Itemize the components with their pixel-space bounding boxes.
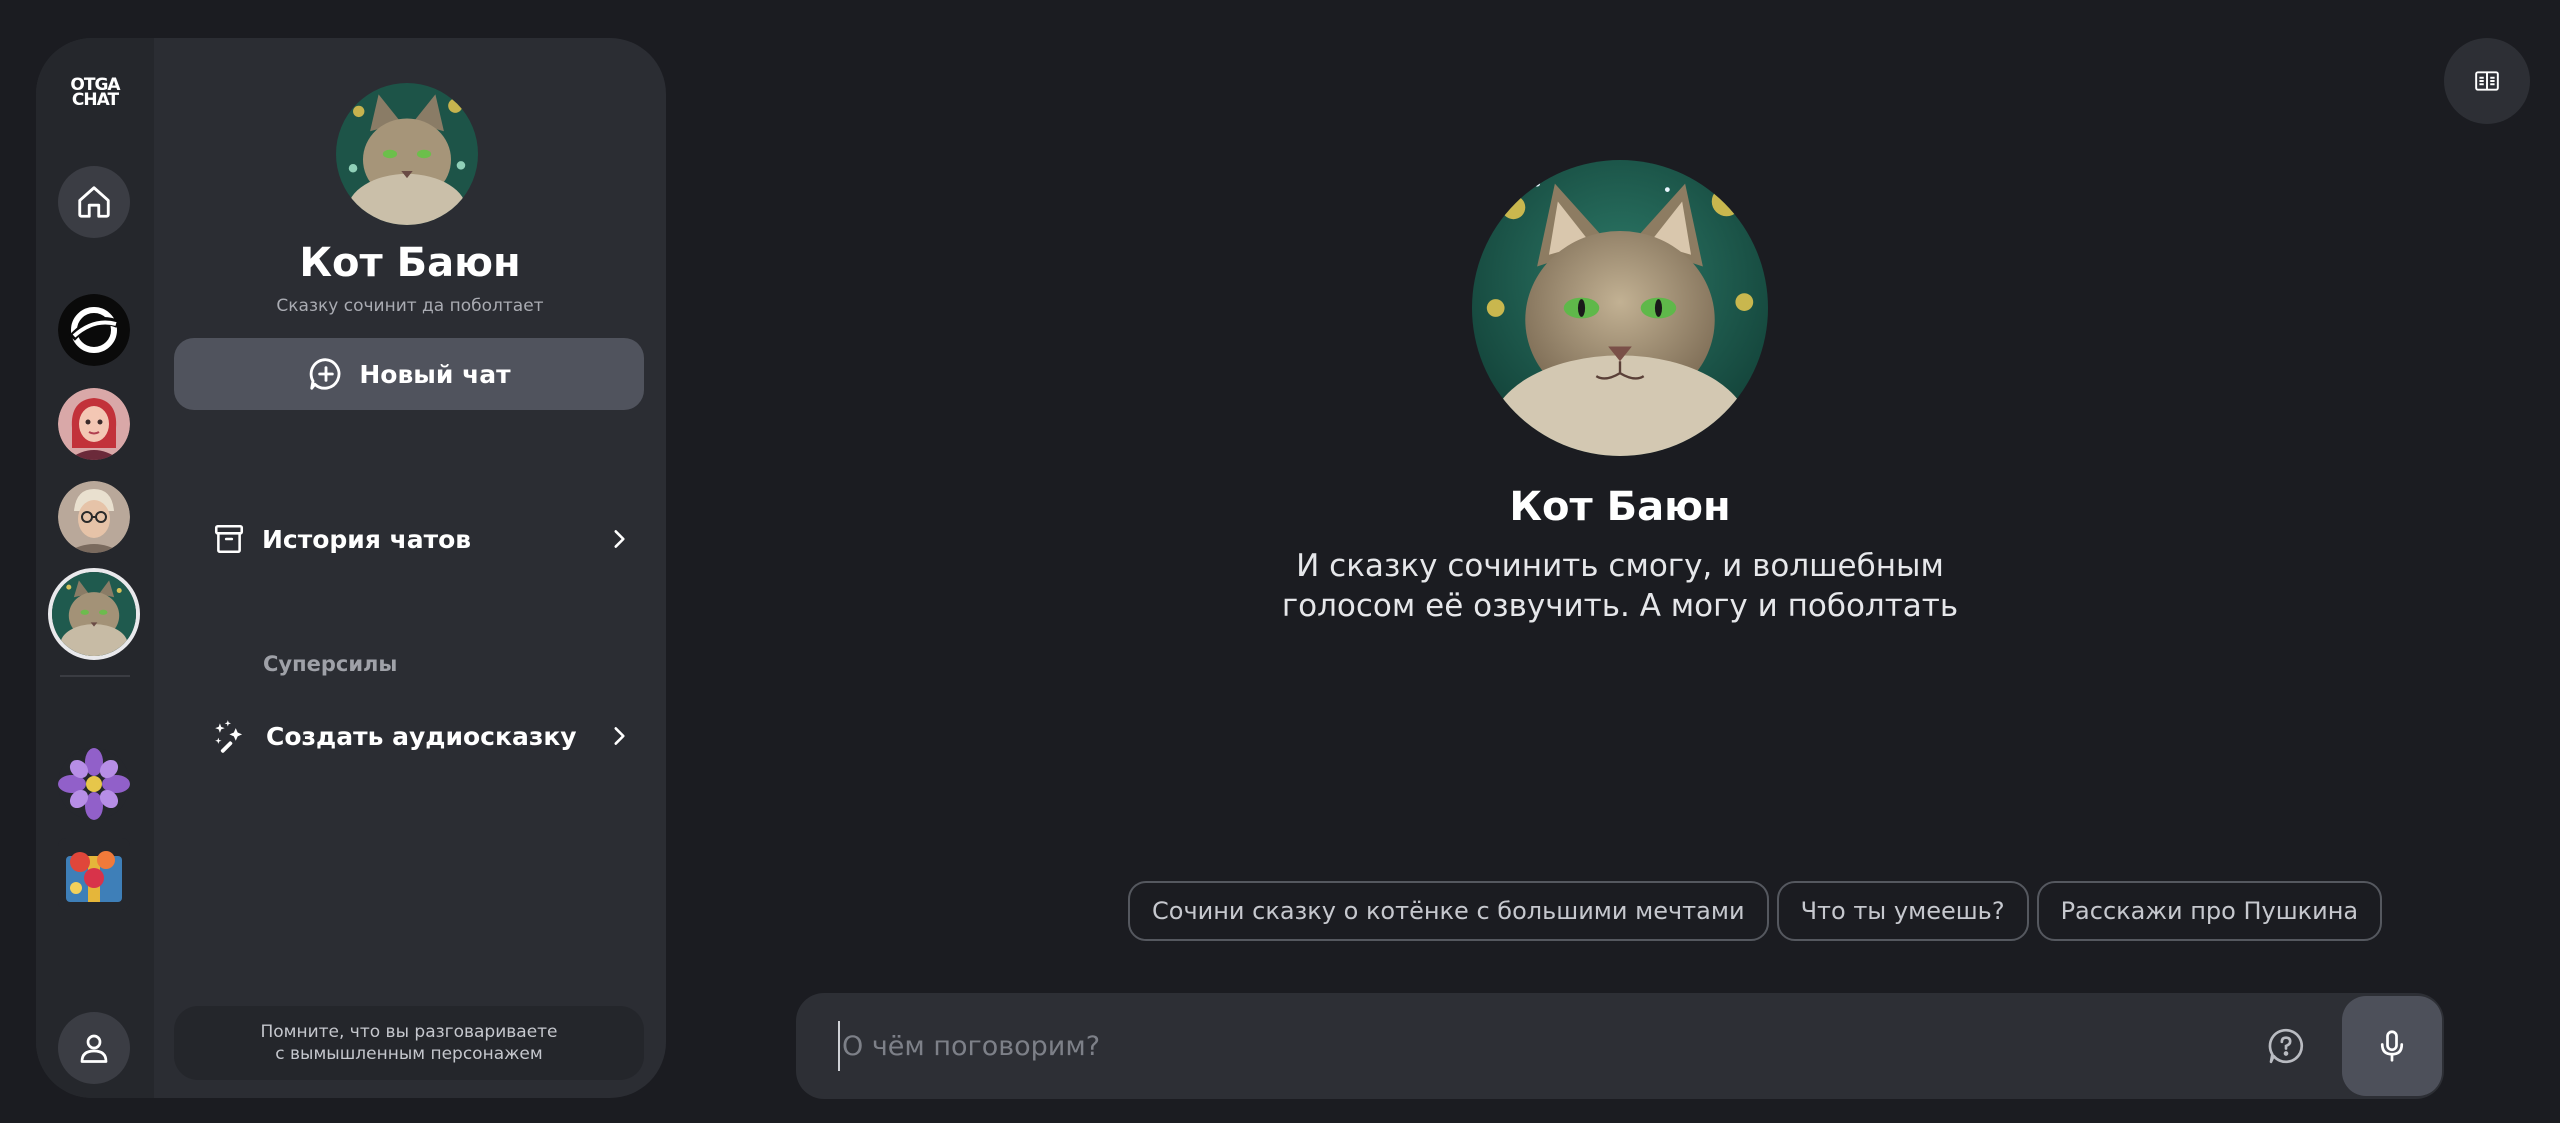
suggestion-chip[interactable]: Расскажи про Пушкина [2036, 881, 2383, 941]
rail-avatar-gift[interactable] [58, 838, 130, 910]
logo-line-2: CHAT [71, 90, 119, 110]
fictional-character-disclaimer: Помните, что вы разговариваете с вымышле… [174, 1006, 644, 1080]
chevron-right-icon [614, 727, 625, 745]
suggestion-chip[interactable]: Сочини сказку о котёнке с большими мечта… [1128, 881, 1769, 941]
create-audio-tale-label: Создать аудиосказку [266, 721, 577, 751]
message-input-bar [796, 993, 2444, 1099]
sidebar-panel: OTGA CHAT Кот Баюн Сказку сочинит да поб… [36, 38, 666, 1098]
hero-avatar [1472, 160, 1768, 456]
suggestion-chips: Сочини сказку о котёнке с большими мечта… [1128, 881, 2383, 941]
gift-avatar-icon [58, 838, 130, 910]
rail-avatar-man[interactable] [58, 481, 130, 553]
chevron-right-icon [614, 530, 625, 548]
rail-avatar-cat-active[interactable] [48, 568, 140, 660]
cat-avatar-icon [336, 83, 478, 225]
home-icon [78, 186, 110, 218]
suggestion-chip[interactable]: Что ты умеешь? [1776, 881, 2029, 941]
microphone-icon [2380, 1030, 2404, 1062]
superpowers-section-label: Суперсилы [263, 652, 398, 676]
archive-icon [214, 524, 244, 554]
rail-avatar-girl[interactable] [58, 388, 130, 460]
man-glasses-avatar-icon [58, 481, 130, 553]
create-audio-tale-item[interactable]: Создать аудиосказку [212, 711, 652, 761]
chat-plus-icon [310, 358, 341, 390]
character-name: Кот Баюн [299, 240, 521, 286]
user-icon [80, 1034, 108, 1063]
hero-character-description: И сказку сочинить смогу, и волшебным гол… [1281, 548, 1959, 624]
cat-avatar-icon [52, 572, 136, 656]
chat-history-item[interactable]: История чатов [212, 514, 652, 564]
microphone-button[interactable] [2342, 996, 2442, 1096]
magic-wand-icon [215, 720, 243, 753]
book-icon [2475, 71, 2499, 91]
gpt-logo-icon [58, 294, 130, 366]
profile-button[interactable] [58, 1012, 130, 1084]
character-subtitle: Сказку сочинит да поболтает [276, 296, 544, 316]
flower-avatar-icon [58, 748, 130, 820]
home-button[interactable] [58, 166, 130, 238]
hero-character-name: Кот Баюн [1509, 484, 1731, 530]
help-bubble-icon [2268, 1028, 2304, 1064]
chat-history-label: История чатов [262, 524, 472, 554]
rail-avatar-flower[interactable] [58, 748, 130, 820]
rail-divider [60, 675, 130, 677]
new-chat-label: Новый чат [359, 359, 511, 389]
help-button[interactable] [2266, 1026, 2306, 1070]
cat-portrait-icon [1472, 160, 1768, 456]
profile-avatar [336, 83, 478, 225]
new-chat-button[interactable]: Новый чат [174, 338, 644, 410]
character-rail: OTGA CHAT [36, 38, 154, 1098]
rail-avatar-gpt[interactable] [58, 294, 130, 366]
girl-avatar-icon [58, 388, 130, 460]
app-logo[interactable]: OTGA CHAT [62, 77, 128, 110]
message-input[interactable] [838, 1021, 2138, 1071]
toggle-panel-button[interactable] [2444, 38, 2530, 124]
